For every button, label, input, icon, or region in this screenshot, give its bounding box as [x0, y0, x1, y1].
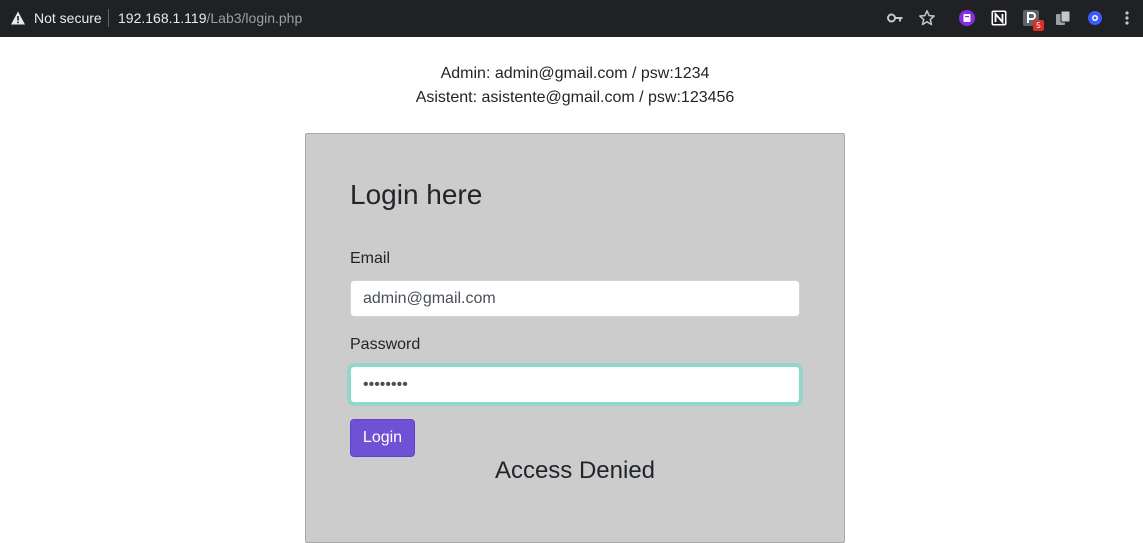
- password-label: Password: [350, 336, 421, 353]
- more-menu-icon[interactable]: [1118, 9, 1136, 27]
- warning-icon[interactable]: [10, 10, 26, 26]
- extension-purple-icon[interactable]: [958, 9, 976, 27]
- url-host: 192.168.1.119: [118, 10, 207, 26]
- login-title: Login here: [350, 179, 483, 210]
- star-icon[interactable]: [918, 9, 936, 27]
- extension-blue-icon[interactable]: [1086, 9, 1104, 27]
- assistant-credentials: Asistent: asistente@gmail.com / psw:1234…: [415, 89, 735, 106]
- notion-icon[interactable]: [990, 9, 1008, 27]
- admin-credentials: Admin: admin@gmail.com / psw:1234: [440, 65, 710, 82]
- url-text[interactable]: 192.168.1.119/Lab3/login.php: [118, 10, 302, 26]
- email-input[interactable]: [350, 280, 800, 317]
- login-card: Login here Email Password Login Access D…: [305, 133, 845, 543]
- security-status[interactable]: Not secure: [34, 10, 102, 26]
- credentials-hint: Admin: admin@gmail.com / psw:1234 Asiste…: [0, 62, 1143, 110]
- browser-address-bar: Not secure 192.168.1.119/Lab3/login.php: [0, 0, 1143, 37]
- address-divider: [108, 9, 109, 27]
- url-path: /Lab3/login.php: [206, 10, 303, 26]
- extension-copy-icon[interactable]: [1054, 9, 1072, 27]
- login-button[interactable]: Login: [350, 419, 415, 457]
- email-label: Email: [350, 250, 391, 267]
- extension-badge: 5: [1033, 20, 1044, 31]
- password-input[interactable]: [350, 366, 800, 403]
- status-message: Access Denied: [494, 457, 656, 484]
- key-icon[interactable]: [886, 9, 904, 27]
